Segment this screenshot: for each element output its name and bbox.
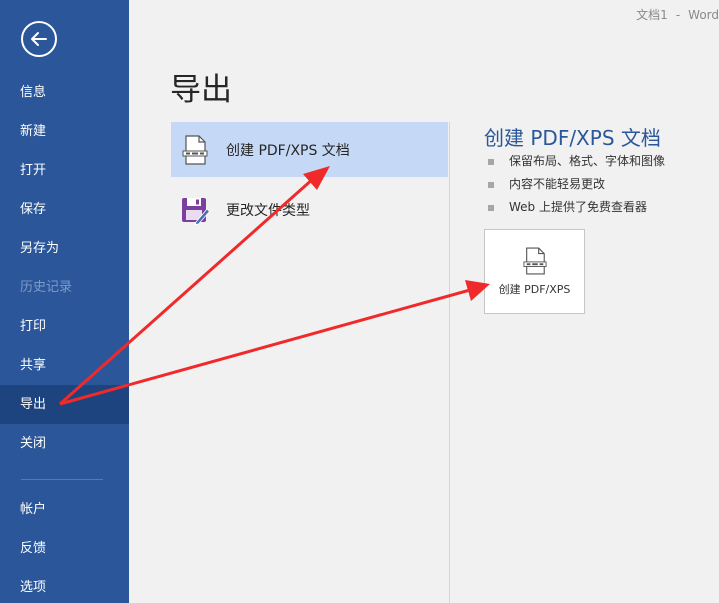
sidebar-item-account[interactable]: 帐户 — [0, 490, 129, 529]
list-item: 内容不能轻易更改 — [488, 173, 665, 196]
sidebar-item-save-as[interactable]: 另存为 — [0, 229, 129, 268]
create-pdf-xps-button[interactable]: 创建 PDF/XPS — [484, 229, 585, 314]
list-item: Web 上提供了免费查看器 — [488, 196, 665, 219]
sidebar-item-share[interactable]: 共享 — [0, 346, 129, 385]
create-pdf-xps-button-label: 创建 PDF/XPS — [498, 282, 571, 296]
option-change-file-type[interactable]: 更改文件类型 — [171, 182, 448, 237]
backstage-sidebar: 信息 新建 打开 保存 另存为 历史记录 打印 共享 导出 关闭 帐户 反馈 选… — [0, 0, 129, 603]
save-file-type-icon — [179, 194, 211, 226]
sidebar-item-history: 历史记录 — [20, 280, 73, 295]
export-options-list: 创建 PDF/XPS 文档 更改文件类型 — [171, 122, 448, 242]
detail-title: 创建 PDF/XPS 文档 — [484, 126, 661, 150]
sidebar-item-new[interactable]: 新建 — [0, 112, 129, 151]
sidebar-item-save[interactable]: 保存 — [0, 190, 129, 229]
list-item: 保留布局、格式、字体和图像 — [488, 150, 665, 173]
sidebar-item-open[interactable]: 打开 — [0, 151, 129, 190]
document-name: 文档1 — [636, 8, 668, 22]
sidebar-divider — [21, 479, 103, 480]
panel-divider — [449, 122, 450, 603]
bullet-square-icon — [488, 181, 494, 188]
bullet-square-icon — [488, 158, 494, 165]
sidebar-item-close[interactable]: 关闭 — [0, 424, 129, 463]
option-label: 创建 PDF/XPS 文档 — [226, 142, 350, 159]
sidebar-nav: 信息 新建 打开 保存 另存为 历史记录 打印 共享 导出 关闭 帐户 反馈 选… — [0, 73, 129, 603]
sidebar-item-feedback[interactable]: 反馈 — [0, 529, 129, 568]
app-name: Word — [688, 8, 719, 22]
sidebar-item-info[interactable]: 信息 — [0, 73, 129, 112]
option-label: 更改文件类型 — [226, 202, 310, 219]
page-title: 导出 — [170, 72, 232, 108]
back-arrow-icon — [31, 32, 47, 46]
back-button[interactable] — [21, 21, 57, 57]
sidebar-item-print[interactable]: 打印 — [0, 307, 129, 346]
window-title: 文档1- Word — [636, 6, 719, 23]
bullet-square-icon — [488, 204, 494, 211]
detail-bullet-list: 保留布局、格式、字体和图像 内容不能轻易更改 Web 上提供了免费查看器 — [488, 150, 665, 219]
title-separator: - — [675, 8, 681, 22]
sidebar-item-export[interactable]: 导出 — [0, 385, 129, 424]
pdf-document-icon — [522, 247, 547, 274]
pdf-document-icon — [179, 134, 211, 166]
sidebar-item-options[interactable]: 选项 — [0, 568, 129, 603]
option-create-pdf-xps[interactable]: 创建 PDF/XPS 文档 — [171, 122, 448, 177]
